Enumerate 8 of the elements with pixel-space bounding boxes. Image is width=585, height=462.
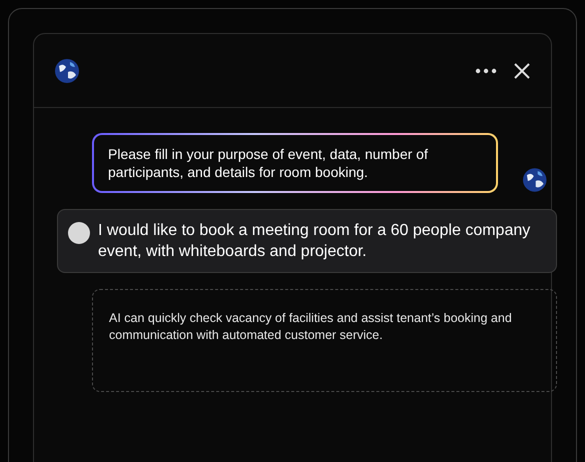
more-icon[interactable] xyxy=(475,68,497,74)
globe-icon xyxy=(54,58,80,84)
bot-message-bubble: Please fill in your purpose of event, data, number of participants, and details for room booking. xyxy=(92,133,498,193)
globe-icon xyxy=(522,167,547,193)
close-icon[interactable] xyxy=(513,62,531,80)
info-note-box: AI can quickly check vacancy of facilities and assist tenant’s booking and communication with automated customer service. xyxy=(92,289,557,392)
avatar xyxy=(68,222,90,244)
user-message-bubble: I would like to book a meeting room for a 60 people company event, with whiteboards and projector. xyxy=(57,209,557,273)
